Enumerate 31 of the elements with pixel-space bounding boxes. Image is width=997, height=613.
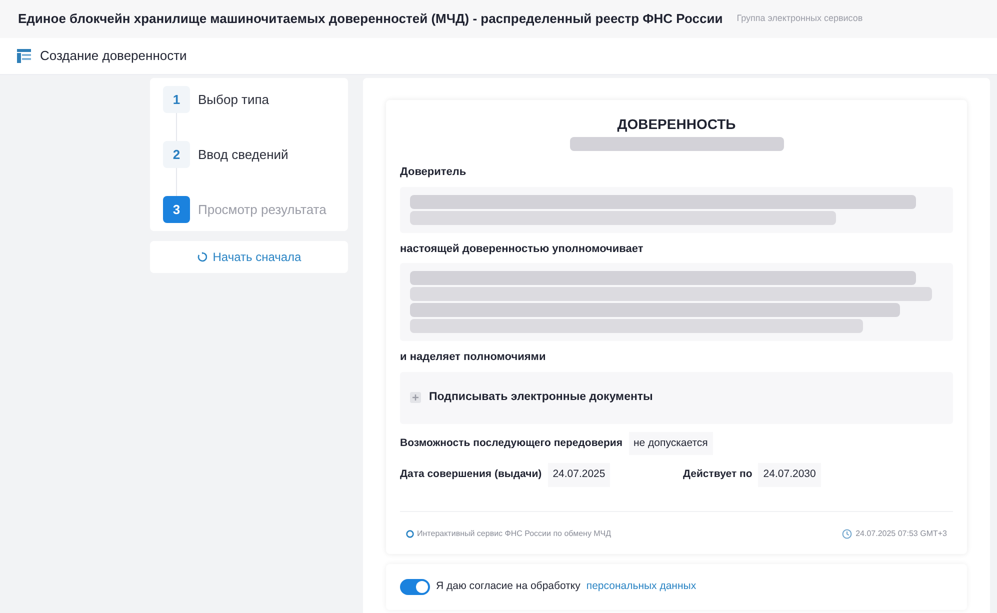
clock-icon — [842, 529, 852, 539]
plus-icon — [410, 392, 421, 403]
step-label[interactable]: Выбор типа — [198, 90, 270, 110]
timestamp: 24.07.2025 07:53 GMT+3 — [856, 528, 947, 540]
powers-label: и наделяет полномочиями — [400, 350, 547, 365]
consent-text: Я даю согласие на обработку — [436, 579, 580, 594]
refresh-icon — [196, 252, 207, 262]
step-number: 3 — [163, 196, 190, 223]
app-subtitle: Группа электронных сервисов — [736, 12, 863, 26]
personal-data-link[interactable]: персональных данных — [586, 579, 696, 595]
grantor-label: Доверитель — [400, 165, 468, 180]
valid-until-value: 24.07.2030 — [758, 463, 821, 487]
form-icon — [17, 49, 31, 63]
power-label: Подписывать электронные документы — [429, 390, 653, 405]
redelegation-value: не допускается — [628, 432, 713, 456]
page-title: Создание доверенности — [40, 47, 187, 66]
power-item[interactable]: Подписывать электронные документы — [400, 372, 953, 424]
app-title: Единое блокчейн хранилище машиночитаемых доверенностей (МЧД) - распределенный реестр ФНС России — [18, 10, 723, 28]
valid-until-label: Действует по — [683, 467, 752, 482]
service-label: Интерактивный сервис ФНС России по обмену МЧД — [417, 528, 611, 540]
step-label[interactable]: Ввод сведений — [198, 144, 288, 164]
restart-button[interactable]: Начать сначала — [150, 241, 348, 273]
issue-date-label: Дата совершения (выдачи) — [400, 467, 542, 482]
document-title: ДОВЕРЕННОСТЬ — [616, 115, 737, 134]
circle-icon — [406, 530, 414, 538]
step-number: 2 — [163, 141, 190, 168]
step-number: 1 — [163, 86, 190, 113]
redelegation-label: Возможность последующего передоверия — [400, 436, 622, 450]
consent-toggle[interactable] — [400, 579, 430, 595]
authorizes-label: настоящей доверенностью уполномочивает — [400, 242, 644, 256]
issue-date-value: 24.07.2025 — [548, 463, 610, 487]
